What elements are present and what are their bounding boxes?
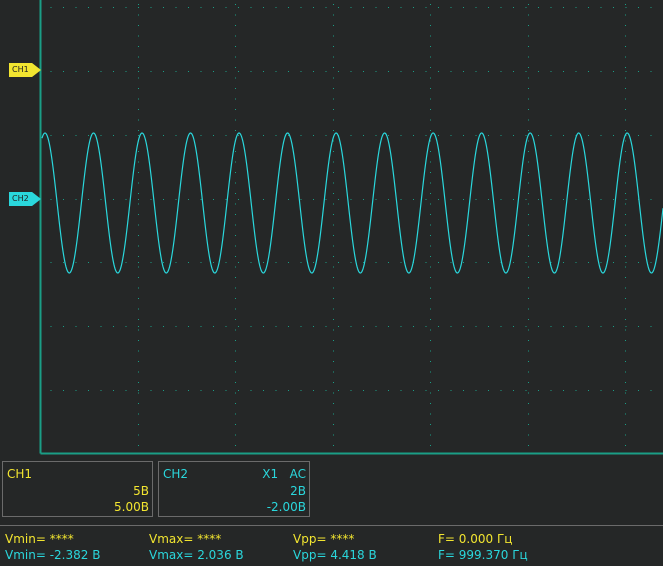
ch2-probe-coupling: X1 AC xyxy=(262,467,306,481)
oscilloscope-screen xyxy=(39,0,663,455)
ch2-probe: X1 xyxy=(262,467,279,481)
ch1-vmax: Vmax= **** xyxy=(149,532,222,546)
ch2-vmax: Vmax= 2.036 В xyxy=(149,548,244,562)
ch1-offset: 5.00В xyxy=(114,500,149,514)
ch1-panel-name: CH1 xyxy=(7,467,33,481)
ch2-vmin: Vmin= -2.382 В xyxy=(5,548,101,562)
ch2-freq: F= 999.370 Гц xyxy=(438,548,528,562)
ch1-settings-panel[interactable]: CH1 5В 5.00В xyxy=(2,461,153,517)
ch2-settings-panel[interactable]: CH2 X1 AC 2В -2.00В xyxy=(158,461,310,517)
ch1-vpp: Vpp= **** xyxy=(293,532,355,546)
ch2-waveform-trace xyxy=(41,132,663,274)
measurements-bar: Vmin= **** Vmax= **** Vpp= **** F= 0.000… xyxy=(0,525,663,566)
ch2-scale: 2В xyxy=(290,484,306,498)
ch2-vpp: Vpp= 4.418 В xyxy=(293,548,377,562)
scope-grid xyxy=(39,0,663,455)
ch2-offset: -2.00В xyxy=(266,500,306,514)
ch2-panel-name: CH2 xyxy=(163,467,189,481)
ch1-scale: 5В xyxy=(133,484,149,498)
ch1-freq: F= 0.000 Гц xyxy=(438,532,513,546)
ch1-vmin: Vmin= **** xyxy=(5,532,74,546)
ch2-coupling: AC xyxy=(289,467,306,481)
